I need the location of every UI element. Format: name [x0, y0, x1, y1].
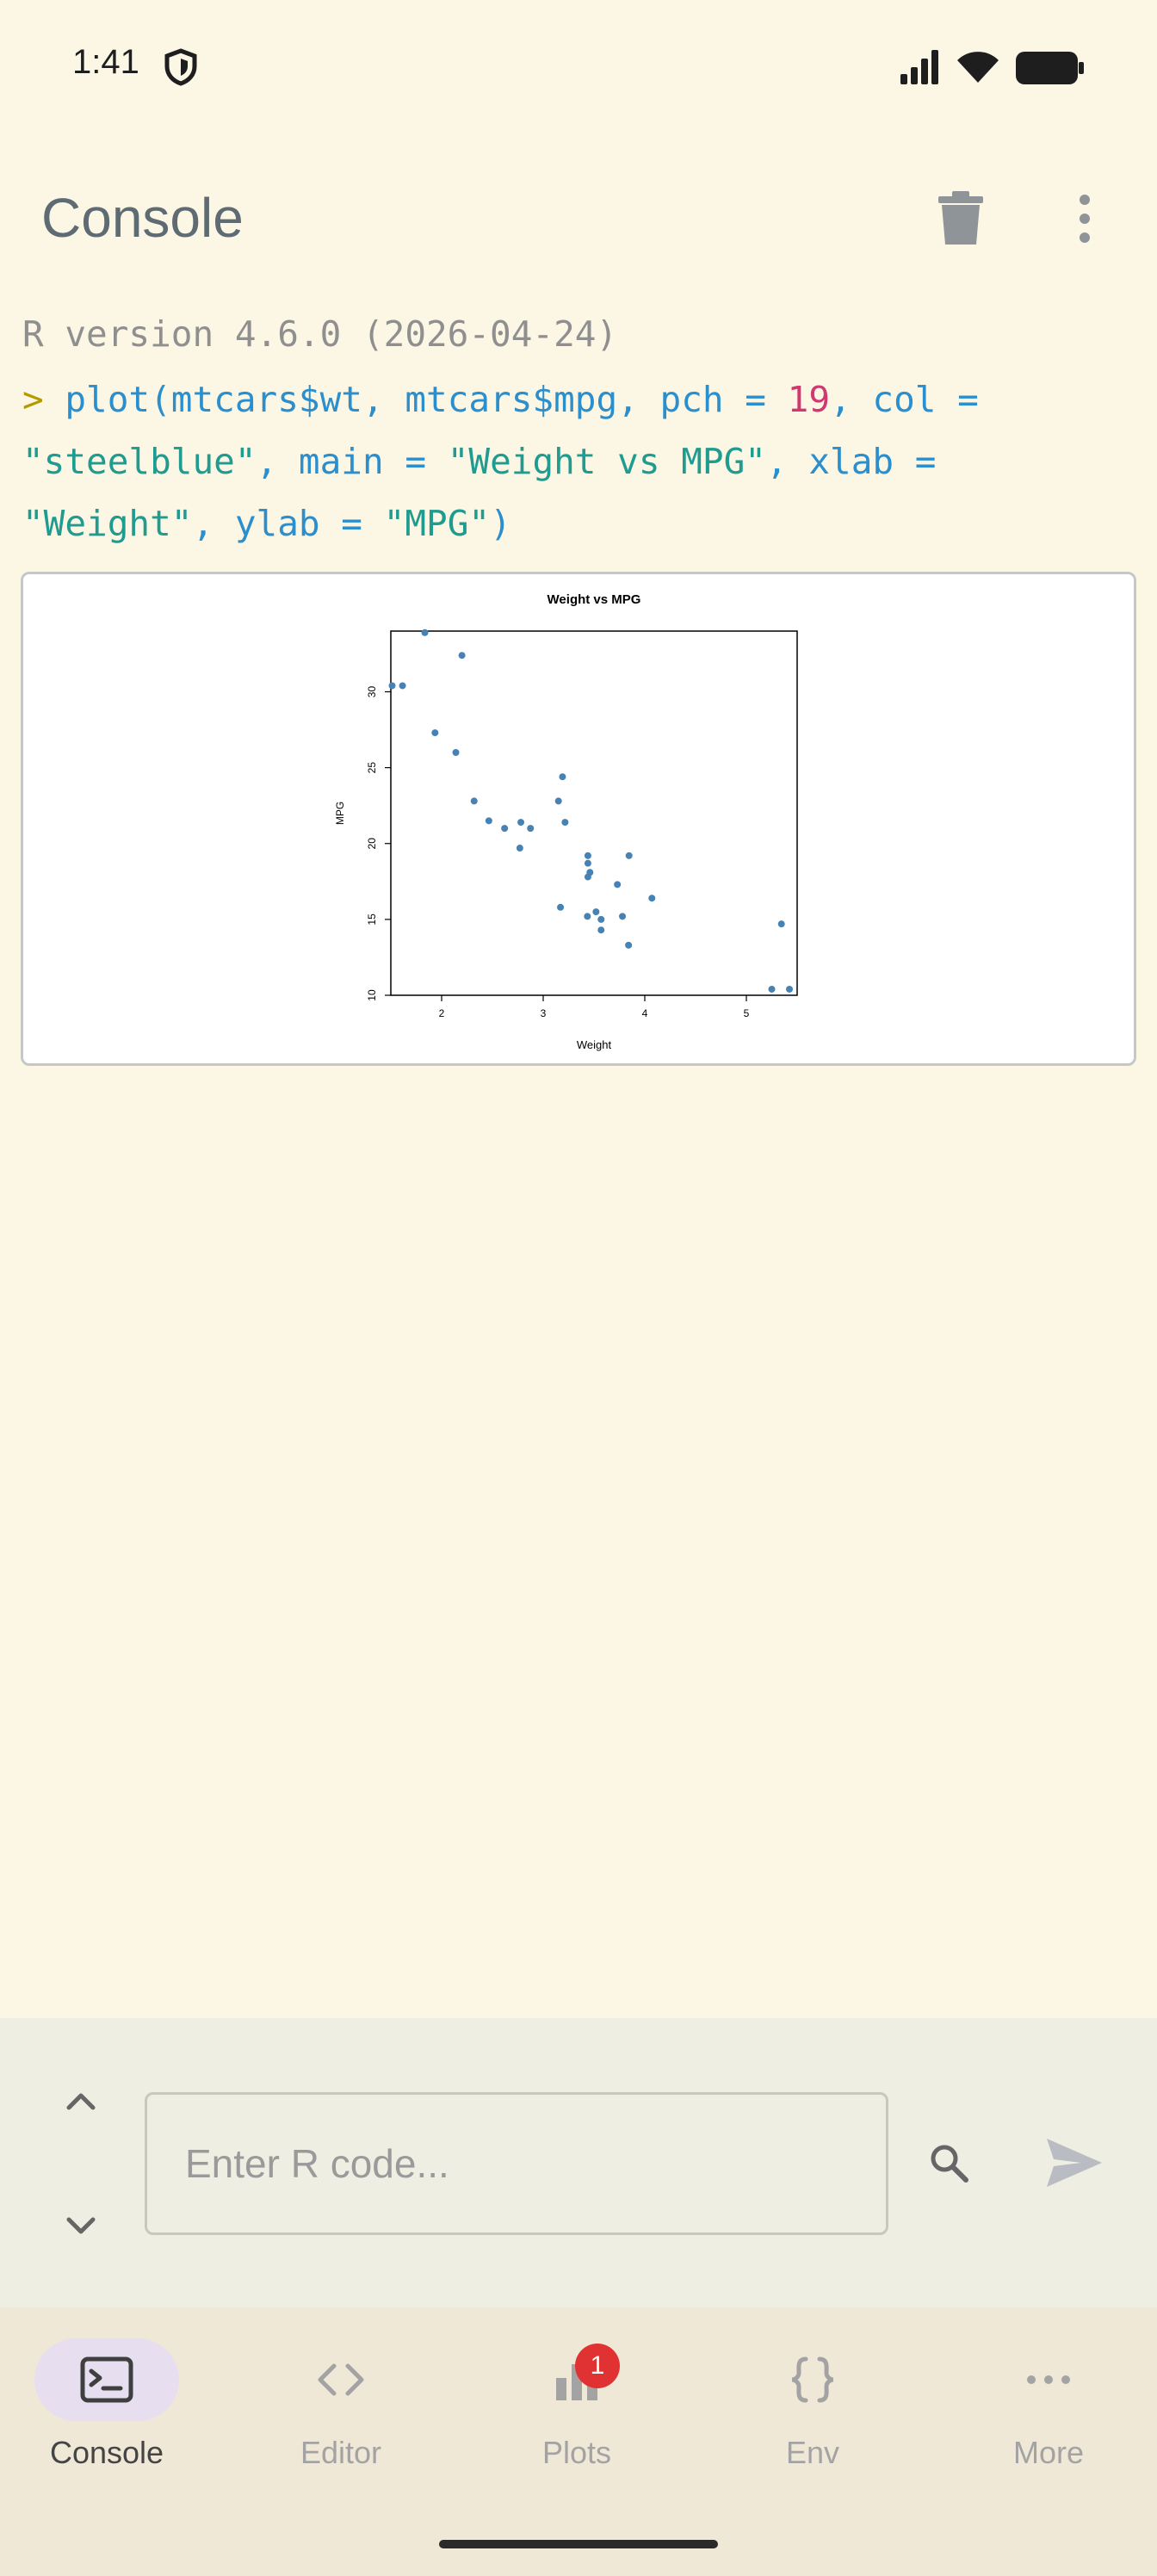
data-point	[597, 915, 605, 923]
y-tick-label: 30	[366, 686, 378, 698]
data-point	[614, 881, 622, 889]
command-text: , xlab =	[765, 441, 937, 482]
data-point	[584, 873, 591, 881]
plot-output-card[interactable]: Weight vs MPG Weight MPG 2 3 4 5 10 15 20 25 30	[21, 572, 1136, 1066]
r-code-input[interactable]	[145, 2092, 888, 2235]
data-point	[485, 817, 492, 825]
data-point	[557, 903, 565, 911]
data-point	[559, 773, 566, 781]
data-point	[768, 985, 776, 993]
shield-icon	[164, 48, 197, 86]
y-axis-label: MPG	[334, 802, 346, 825]
data-point	[421, 629, 429, 636]
plot-frame	[390, 630, 798, 996]
nav-item-editor[interactable]: Editor	[238, 2435, 444, 2471]
data-point	[592, 908, 600, 916]
plots-badge: 1	[575, 2344, 620, 2388]
data-point	[399, 682, 406, 690]
data-point	[470, 797, 478, 805]
terminal-icon[interactable]	[79, 2352, 134, 2407]
nav-item-env[interactable]: Env	[709, 2435, 916, 2471]
command-line-1: > plot(mtcars$wt, mtcars$mpg, pch = 19, …	[22, 379, 979, 420]
nav-item-plots[interactable]: Plots	[473, 2435, 680, 2471]
data-point	[431, 729, 439, 737]
data-point	[584, 851, 591, 859]
y-tick-label: 25	[366, 762, 378, 774]
scatter-plot: Weight vs MPG Weight MPG 2 3 4 5 10 15 20 25 30	[334, 592, 798, 1051]
command-line-3: "Weight", ylab = "MPG")	[22, 503, 511, 544]
command-string: "steelblue"	[22, 441, 257, 482]
x-tick-label: 2	[439, 1007, 445, 1019]
data-point	[516, 845, 523, 852]
r-version-line: R version 4.6.0 (2026-04-24)	[22, 313, 618, 355]
chart-title: Weight vs MPG	[548, 592, 641, 607]
data-point	[517, 819, 525, 827]
data-point	[561, 819, 569, 827]
command-string: "Weight vs MPG"	[447, 441, 766, 482]
data-point	[648, 895, 656, 902]
code-brackets-icon[interactable]	[313, 2352, 368, 2407]
x-tick-label: 3	[541, 1007, 547, 1019]
command-string: "Weight"	[22, 503, 193, 544]
more-horizontal-icon[interactable]	[1021, 2352, 1076, 2407]
data-point	[388, 682, 396, 690]
status-time: 1:41	[72, 43, 139, 81]
data-point	[625, 941, 633, 949]
command-number: 19	[787, 379, 831, 420]
data-point	[584, 859, 591, 867]
status-bar: 1:41	[0, 0, 1157, 138]
data-point	[452, 749, 460, 756]
y-tick-label: 15	[366, 913, 378, 926]
data-point	[619, 913, 627, 920]
data-point	[786, 985, 794, 993]
nav-item-console[interactable]: Console	[3, 2435, 210, 2471]
more-options-button[interactable]	[1064, 191, 1105, 246]
nav-item-more[interactable]: More	[945, 2435, 1152, 2471]
console-prompt: >	[22, 379, 44, 420]
history-down-button[interactable]	[60, 2209, 102, 2244]
curly-braces-icon[interactable]	[785, 2352, 840, 2407]
data-point	[527, 825, 535, 833]
data-point	[597, 926, 605, 934]
battery-icon	[1016, 52, 1084, 84]
search-icon[interactable]	[928, 2142, 969, 2183]
home-indicator	[439, 2540, 718, 2548]
y-tick-label: 10	[366, 989, 378, 1001]
command-string: "MPG"	[383, 503, 491, 544]
data-point	[458, 652, 466, 659]
send-button[interactable]	[1043, 2135, 1105, 2190]
command-text: , ylab =	[192, 503, 384, 544]
command-line-2: "steelblue", main = "Weight vs MPG", xla…	[22, 441, 936, 482]
x-tick-label: 4	[642, 1007, 648, 1019]
x-axis-label: Weight	[577, 1038, 612, 1051]
history-up-button[interactable]	[60, 2084, 102, 2118]
clear-console-button[interactable]	[937, 191, 985, 246]
data-point	[625, 851, 633, 859]
signal-icon	[900, 50, 938, 84]
page-title: Console	[41, 187, 244, 249]
data-point	[777, 920, 785, 928]
x-tick-label: 5	[744, 1007, 750, 1019]
command-text: plot(mtcars$wt, mtcars$mpg, pch =	[65, 379, 788, 420]
data-point	[501, 825, 509, 833]
command-text: )	[490, 503, 511, 544]
data-point	[554, 797, 562, 805]
command-text: , col =	[830, 379, 979, 420]
wifi-icon	[957, 52, 999, 83]
data-point	[584, 913, 591, 920]
y-tick-label: 20	[366, 838, 378, 850]
command-text: , main =	[256, 441, 448, 482]
